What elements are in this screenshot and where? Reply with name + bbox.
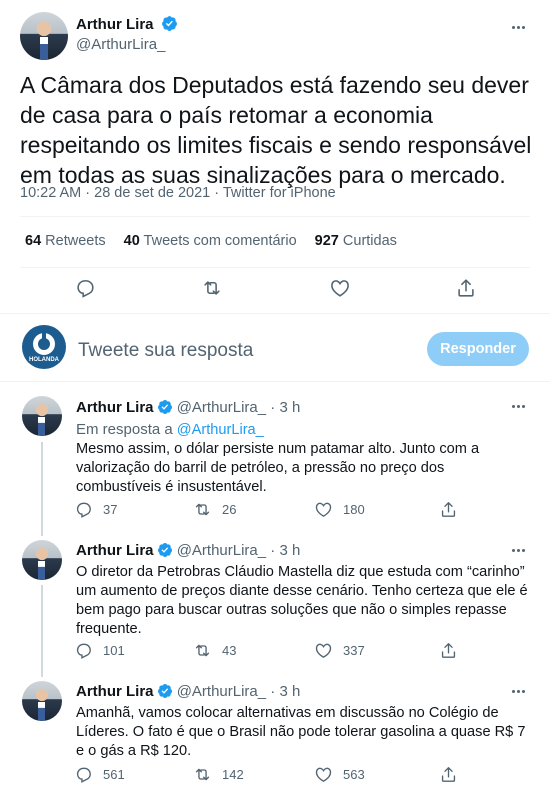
share-icon[interactable] <box>439 500 458 519</box>
user-avatar[interactable]: HOLANDA <box>22 325 66 369</box>
retweet-icon[interactable]: 26 <box>193 500 236 519</box>
author-name[interactable]: Arthur Lira <box>76 16 154 33</box>
retweet-icon[interactable]: 142 <box>193 765 244 784</box>
share-icon[interactable] <box>439 641 458 660</box>
reply-author-name[interactable]: Arthur Lira <box>76 399 154 416</box>
reply-icon[interactable]: 101 <box>74 641 125 660</box>
reply-avatar[interactable] <box>22 540 62 580</box>
share-icon[interactable] <box>439 765 458 784</box>
like-icon[interactable] <box>329 277 351 299</box>
divider <box>20 216 530 217</box>
reply-button[interactable]: Responder <box>427 332 529 366</box>
reply-header: Arthur Lira @ArthurLira_ · 3 h <box>76 399 300 416</box>
reply-icon[interactable] <box>74 277 96 299</box>
reply-icon[interactable]: 561 <box>74 765 125 784</box>
verified-badge-icon <box>161 15 178 32</box>
reply-avatar[interactable] <box>22 396 62 436</box>
likes-stat[interactable]: 927 Curtidas <box>315 233 397 249</box>
quotes-stat[interactable]: 40 Tweets com comentário <box>124 233 297 249</box>
logo-text: HOLANDA <box>29 357 60 363</box>
tweet-timestamp[interactable]: 10:22 AM · 28 de set de 2021 · Twitter f… <box>20 185 336 201</box>
reply-author-name[interactable]: Arthur Lira <box>76 542 154 559</box>
verified-badge-icon <box>157 399 173 415</box>
more-options-icon[interactable] <box>508 396 528 416</box>
tweet-text: A Câmara dos Deputados está fazendo seu … <box>20 72 532 188</box>
reply-input[interactable]: Tweete sua resposta <box>78 340 253 362</box>
in-reply-to-link[interactable]: @ArthurLira_ <box>177 422 264 438</box>
reply-header: Arthur Lira @ArthurLira_ · 3 h <box>76 683 300 700</box>
author-name-row: Arthur Lira <box>76 15 178 34</box>
verified-badge-icon <box>157 683 173 699</box>
in-reply-to: Em resposta a @ArthurLira_ <box>76 421 264 438</box>
divider <box>0 313 550 314</box>
reply-icon[interactable]: 37 <box>74 500 117 519</box>
reply-time[interactable]: · 3 h <box>270 399 300 416</box>
reply-tweet[interactable]: Arthur Lira @ArthurLira_ · 3 h Em respos… <box>0 396 550 536</box>
reply-author-handle[interactable]: @ArthurLira_ <box>177 542 266 559</box>
like-icon[interactable]: 180 <box>314 500 365 519</box>
like-icon[interactable]: 563 <box>314 765 365 784</box>
verified-badge-icon <box>157 542 173 558</box>
share-icon[interactable] <box>455 277 477 299</box>
retweet-icon[interactable]: 43 <box>193 641 236 660</box>
reply-author-handle[interactable]: @ArthurLira_ <box>177 399 266 416</box>
reply-time[interactable]: · 3 h <box>270 542 300 559</box>
more-options-icon[interactable] <box>508 681 528 701</box>
more-options-icon[interactable] <box>508 17 528 37</box>
reply-tweet[interactable]: Arthur Lira @ArthurLira_ · 3 h Amanhã, v… <box>0 681 550 791</box>
like-icon[interactable]: 337 <box>314 641 365 660</box>
reply-tweet[interactable]: Arthur Lira @ArthurLira_ · 3 h O diretor… <box>0 540 550 670</box>
retweets-stat[interactable]: 64 Retweets <box>25 233 106 249</box>
more-options-icon[interactable] <box>508 540 528 560</box>
logo-icon: HOLANDA <box>26 333 62 363</box>
reply-text: Mesmo assim, o dólar persiste num patama… <box>76 441 480 495</box>
author-handle[interactable]: @ArthurLira_ <box>76 36 165 53</box>
reply-author-name[interactable]: Arthur Lira <box>76 683 154 700</box>
engagement-stats: 64 Retweets 40 Tweets com comentário 927… <box>25 233 397 249</box>
reply-time[interactable]: · 3 h <box>270 683 300 700</box>
author-avatar[interactable] <box>20 12 68 60</box>
reply-author-handle[interactable]: @ArthurLira_ <box>177 683 266 700</box>
divider <box>20 267 530 268</box>
divider <box>0 381 550 382</box>
reply-text: O diretor da Petrobras Cláudio Mastella … <box>76 564 528 637</box>
reply-text: Amanhã, vamos colocar alternativas em di… <box>76 705 526 759</box>
retweet-icon[interactable] <box>201 277 223 299</box>
reply-composer: HOLANDA Tweete sua resposta Responder <box>0 315 550 381</box>
reply-header: Arthur Lira @ArthurLira_ · 3 h <box>76 542 300 559</box>
reply-avatar[interactable] <box>22 681 62 721</box>
